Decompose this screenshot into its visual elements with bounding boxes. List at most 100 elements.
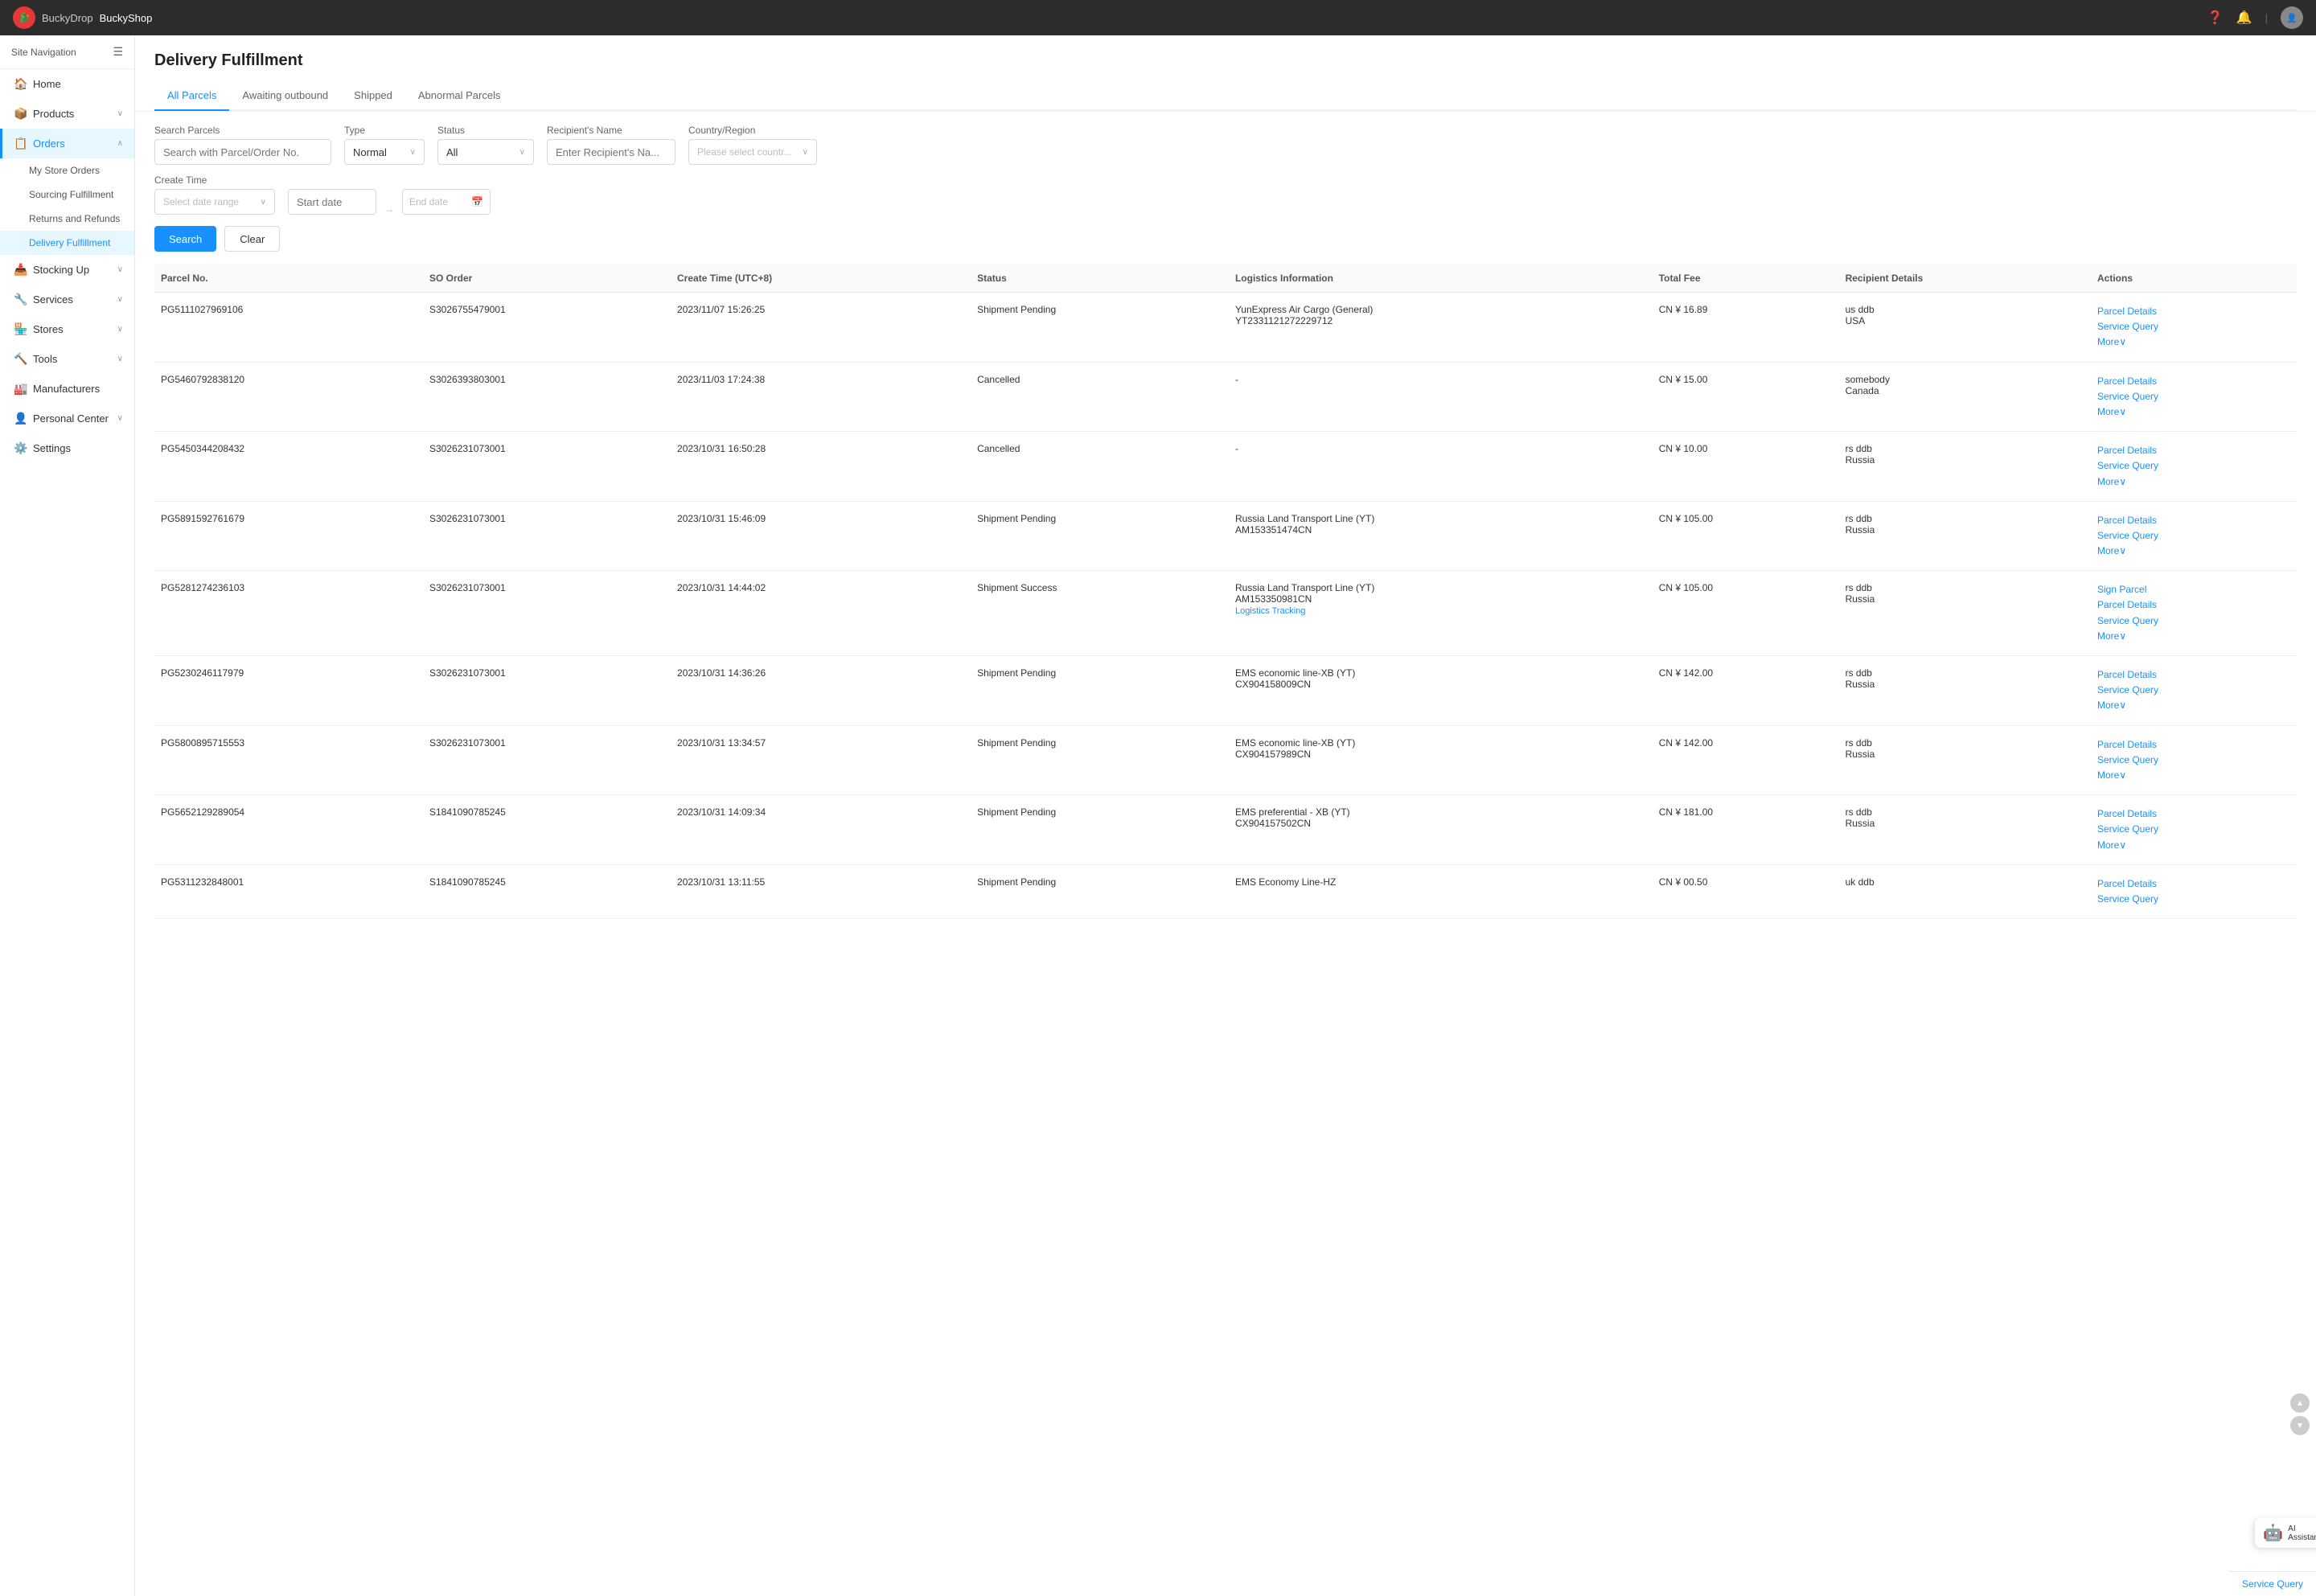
status-group: Status All ∨	[437, 125, 534, 165]
notification-icon[interactable]: 🔔	[2236, 10, 2252, 26]
cell-so-order: S3026231073001	[423, 571, 671, 656]
cell-status: Cancelled	[971, 432, 1229, 502]
cell-recipient: rs ddbRussia	[1839, 571, 2091, 656]
action-link[interactable]: Parcel Details	[2097, 374, 2290, 389]
ai-assistant[interactable]: 🤖 AI Assistant	[2268, 1518, 2316, 1548]
logo-icon: 🐉	[13, 6, 35, 29]
scroll-up-btn[interactable]: ▲	[2290, 1393, 2310, 1413]
action-link[interactable]: Service Query	[2097, 822, 2290, 837]
action-link[interactable]: Parcel Details	[2097, 667, 2290, 683]
action-link[interactable]: More∨	[2097, 698, 2290, 713]
action-link[interactable]: More∨	[2097, 474, 2290, 490]
date-range-select[interactable]: Select date range ∨	[154, 189, 275, 215]
topbar: 🐉 BuckyDrop BuckyShop ❓ 🔔 | 👤	[0, 0, 2316, 35]
cell-create-time: 2023/10/31 13:34:57	[671, 725, 971, 795]
sidebar-item-personal-center[interactable]: 👤 Personal Center ∨	[0, 404, 134, 433]
col-parcel-no: Parcel No.	[154, 265, 423, 293]
status-select[interactable]: All ∨	[437, 139, 534, 165]
recipient-input[interactable]	[547, 139, 676, 165]
bottom-service-query[interactable]: Service Query	[2229, 1571, 2316, 1596]
sidebar-sub-sourcing-fulfillment[interactable]: Sourcing Fulfillment	[0, 183, 134, 207]
page-title: Delivery Fulfillment	[154, 51, 2297, 70]
action-link[interactable]: Service Query	[2097, 319, 2290, 334]
scroll-down-btn[interactable]: ▼	[2290, 1416, 2310, 1435]
clear-button[interactable]: Clear	[224, 226, 280, 252]
action-link[interactable]: Service Query	[2097, 389, 2290, 404]
stores-arrow: ∨	[117, 325, 123, 334]
tools-icon: 🔨	[14, 352, 27, 366]
action-link[interactable]: Parcel Details	[2097, 304, 2290, 319]
sidebar-item-manufacturers[interactable]: 🏭 Manufacturers	[0, 374, 134, 404]
create-time-row: Create Time Select date range ∨ → End da…	[154, 174, 2297, 215]
sidebar-item-home[interactable]: 🏠 Home	[0, 69, 134, 99]
cell-status: Shipment Success	[971, 571, 1229, 656]
sidebar-sub-delivery-fulfillment[interactable]: Delivery Fulfillment	[0, 231, 134, 255]
type-select[interactable]: Normal ∨	[344, 139, 425, 165]
action-link[interactable]: Service Query	[2097, 683, 2290, 698]
action-link[interactable]: More∨	[2097, 544, 2290, 559]
help-icon[interactable]: ❓	[2207, 10, 2224, 26]
table-row: PG5891592761679S30262310730012023/10/31 …	[154, 501, 2297, 571]
cell-total-fee: CN ¥ 181.00	[1653, 795, 1839, 865]
action-link[interactable]: Service Query	[2097, 528, 2290, 544]
sidebar-item-stores-label: Stores	[33, 323, 64, 335]
calendar-icon[interactable]: 📅	[471, 196, 483, 207]
action-link[interactable]: Parcel Details	[2097, 737, 2290, 753]
action-link[interactable]: More∨	[2097, 334, 2290, 350]
action-link[interactable]: More∨	[2097, 629, 2290, 644]
action-link[interactable]: More∨	[2097, 838, 2290, 853]
settings-icon: ⚙️	[14, 441, 27, 455]
cell-recipient: somebodyCanada	[1839, 362, 2091, 432]
country-select[interactable]: Please select countr... ∨	[688, 139, 817, 165]
start-date-input[interactable]	[288, 189, 376, 215]
action-link[interactable]: Sign Parcel	[2097, 582, 2290, 597]
cell-create-time: 2023/10/31 13:11:55	[671, 864, 971, 918]
col-recipient: Recipient Details	[1839, 265, 2091, 293]
sidebar-item-orders[interactable]: 📋 Orders ∧	[0, 129, 134, 158]
sidebar-item-tools[interactable]: 🔨 Tools ∨	[0, 344, 134, 374]
action-link[interactable]: More∨	[2097, 768, 2290, 783]
tab-shipped[interactable]: Shipped	[341, 81, 405, 111]
cell-so-order: S3026231073001	[423, 501, 671, 571]
logistics-tracking-link[interactable]: Logistics Tracking	[1235, 606, 1305, 616]
logo-area[interactable]: 🐉 BuckyDrop BuckyShop	[13, 6, 152, 29]
action-link[interactable]: Parcel Details	[2097, 597, 2290, 613]
search-parcels-label: Search Parcels	[154, 125, 331, 136]
sidebar-item-products[interactable]: 📦 Products ∨	[0, 99, 134, 129]
action-link[interactable]: More∨	[2097, 404, 2290, 420]
table-section: Parcel No. SO Order Create Time (UTC+8) …	[135, 265, 2316, 919]
sidebar-item-stocking-up[interactable]: 📥 Stocking Up ∨	[0, 255, 134, 285]
sidebar-item-services[interactable]: 🔧 Services ∨	[0, 285, 134, 314]
date-separator: →	[381, 203, 397, 215]
action-link[interactable]: Parcel Details	[2097, 876, 2290, 892]
cell-actions: Parcel DetailsService QueryMore∨	[2091, 725, 2297, 795]
cell-total-fee: CN ¥ 142.00	[1653, 725, 1839, 795]
sidebar-item-stores[interactable]: 🏪 Stores ∨	[0, 314, 134, 344]
table-row: PG5311232848001S18410907852452023/10/31 …	[154, 864, 2297, 918]
action-link[interactable]: Parcel Details	[2097, 806, 2290, 822]
sidebar-item-settings[interactable]: ⚙️ Settings	[0, 433, 134, 463]
action-link[interactable]: Service Query	[2097, 613, 2290, 629]
action-link[interactable]: Service Query	[2097, 892, 2290, 907]
search-parcels-input[interactable]	[154, 139, 331, 165]
action-link[interactable]: Service Query	[2097, 753, 2290, 768]
action-link[interactable]: Service Query	[2097, 458, 2290, 474]
action-link[interactable]: Parcel Details	[2097, 443, 2290, 458]
tab-abnormal-parcels[interactable]: Abnormal Parcels	[405, 81, 514, 111]
tab-awaiting-outbound[interactable]: Awaiting outbound	[229, 81, 341, 111]
action-link[interactable]: Parcel Details	[2097, 513, 2290, 528]
search-button[interactable]: Search	[154, 226, 216, 252]
table-row: PG5460792838120S30263938030012023/11/03 …	[154, 362, 2297, 432]
stores-icon: 🏪	[14, 322, 27, 336]
menu-icon[interactable]: ☰	[113, 45, 123, 59]
cell-so-order: S3026231073001	[423, 725, 671, 795]
cell-total-fee: CN ¥ 00.50	[1653, 864, 1839, 918]
topbar-right: ❓ 🔔 | 👤	[2207, 6, 2303, 29]
avatar[interactable]: 👤	[2281, 6, 2303, 29]
sidebar-item-products-label: Products	[33, 108, 74, 120]
sidebar-sub-my-store-orders[interactable]: My Store Orders	[0, 158, 134, 183]
create-time-group: Create Time Select date range ∨	[154, 174, 275, 215]
ai-bubble[interactable]: 🤖 AI Assistant	[2255, 1518, 2316, 1548]
tab-all-parcels[interactable]: All Parcels	[154, 81, 229, 111]
sidebar-sub-returns-refunds[interactable]: Returns and Refunds	[0, 207, 134, 231]
